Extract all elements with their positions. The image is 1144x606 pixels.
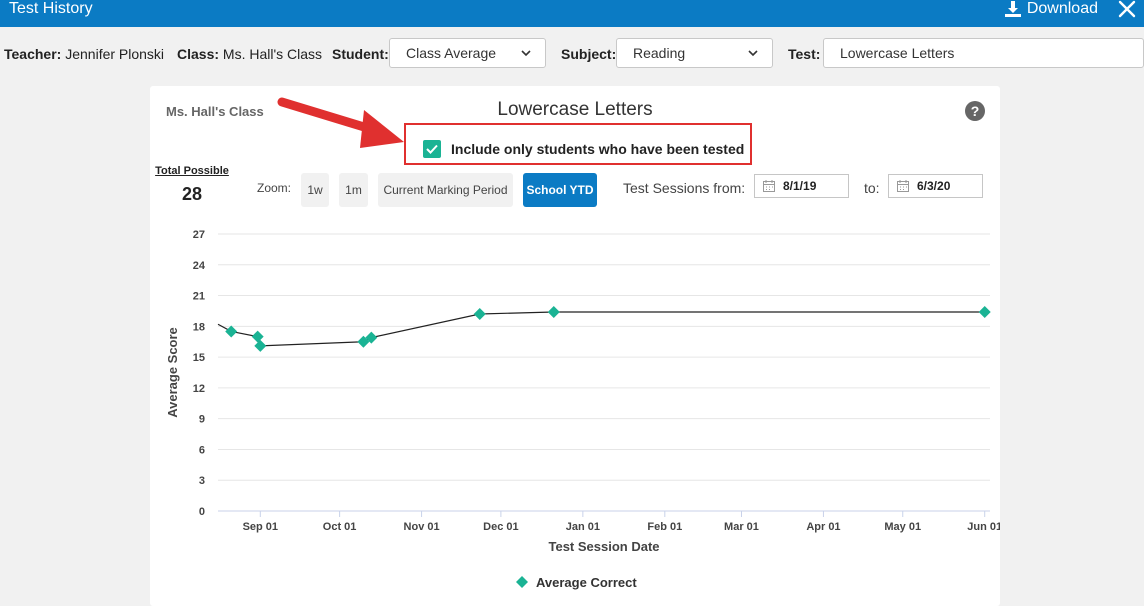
data-point (225, 325, 238, 338)
data-point (473, 308, 486, 321)
teacher-value: Jennifer Plonski (65, 46, 165, 62)
series-line (217, 311, 985, 347)
red-arrow-annotation (277, 97, 404, 148)
chevron-down-icon (748, 50, 758, 57)
y-tick-label: 15 (193, 352, 205, 364)
student-select-value: Class Average (406, 45, 497, 61)
x-tick-label: Apr 01 (806, 521, 840, 533)
y-tick-label: 21 (193, 291, 205, 303)
download-icon (1004, 1, 1021, 17)
x-tick-label: Nov 01 (404, 521, 440, 533)
x-tick-label: Dec 01 (483, 521, 518, 533)
class-filter: Class: Ms. Hall's Class (177, 46, 322, 62)
teacher-filter: Teacher: Jennifer Plonski (4, 46, 164, 62)
class-value: Ms. Hall's Class (222, 46, 323, 62)
title-bar: Test History Download (0, 0, 1144, 27)
x-tick-label: Oct 01 (323, 521, 357, 533)
subject-label: Subject: (561, 46, 617, 62)
y-tick-label: 27 (193, 229, 205, 241)
y-tick-label: 6 (199, 444, 205, 456)
test-select[interactable]: Lowercase Letters (823, 38, 1144, 68)
x-tick-label: May 01 (884, 521, 921, 533)
subject-select-value: Reading (633, 45, 686, 61)
y-tick-label: 0 (199, 506, 205, 518)
class-label: Class: (177, 46, 220, 62)
y-tick-label: 3 (199, 475, 205, 487)
x-tick-label: Feb 01 (647, 521, 682, 533)
filter-bar: Teacher: Jennifer Plonski Class: Ms. Hal… (0, 37, 1144, 71)
download-label: Download (1026, 0, 1098, 17)
data-point (251, 330, 264, 343)
y-tick-label: 12 (193, 383, 205, 395)
chevron-down-icon (521, 50, 531, 57)
score-chart: 0 3 6 9 12 15 18 21 24 27 Sep 01 Oct 01 Nov 01 Dec 01… (165, 229, 1000, 590)
subject-select[interactable]: Reading (616, 38, 773, 68)
x-axis-label: Test Session Date (548, 539, 659, 554)
data-point (547, 305, 560, 318)
legend-label: Average Correct (536, 575, 637, 590)
y-tick-label: 24 (193, 260, 206, 272)
legend-marker (516, 576, 528, 588)
window-title: Test History (9, 0, 93, 17)
test-select-value: Lowercase Letters (840, 45, 955, 61)
x-tick-label: Mar 01 (724, 521, 759, 533)
close-icon[interactable] (1117, 0, 1137, 19)
x-tick-label: Jan 01 (566, 521, 600, 533)
teacher-label: Teacher: (4, 46, 62, 62)
student-label: Student: (332, 46, 389, 62)
test-label: Test: (788, 46, 821, 62)
y-tick-label: 9 (199, 414, 205, 426)
data-point (254, 339, 267, 352)
x-tick-label: Sep 01 (243, 521, 278, 533)
download-button[interactable]: Download (1004, 0, 1098, 18)
student-select[interactable]: Class Average (389, 38, 546, 68)
x-tick-label: Jun 01 (967, 521, 1000, 533)
y-axis-label: Average Score (165, 327, 180, 418)
chart-card: Ms. Hall's Class Lowercase Letters ? Inc… (150, 86, 1000, 606)
y-tick-label: 18 (193, 321, 205, 333)
data-point (978, 305, 991, 318)
